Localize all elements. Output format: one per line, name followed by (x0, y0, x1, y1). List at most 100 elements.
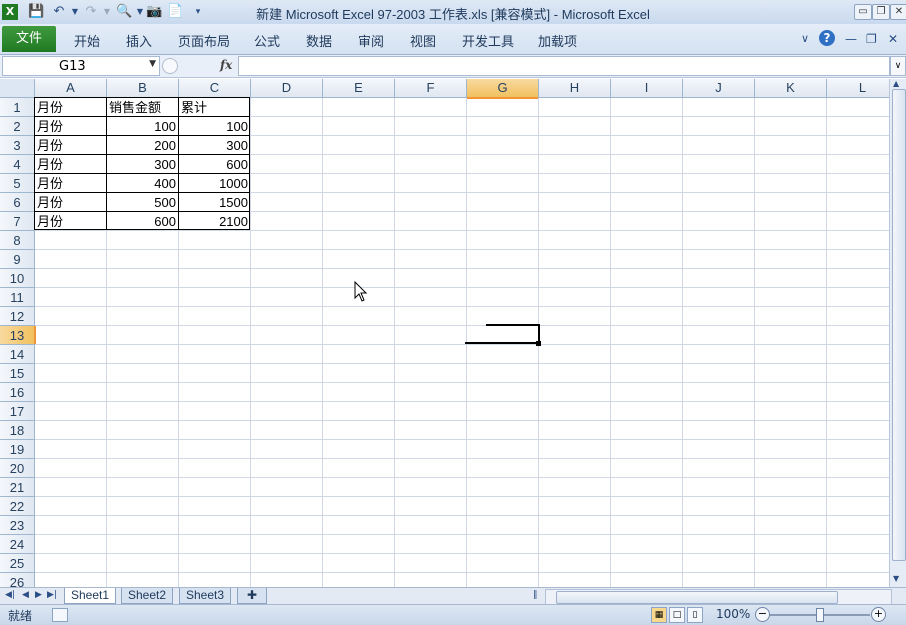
column-header[interactable]: L (827, 79, 889, 98)
table-cell[interactable]: 200 (107, 136, 178, 155)
help-icon[interactable]: ? (819, 30, 835, 46)
column-header[interactable]: C (179, 79, 251, 98)
page-break-view-icon[interactable]: ▯ (687, 607, 703, 623)
workbook-minimize-icon[interactable]: — (845, 32, 857, 46)
row-header[interactable]: 22 (0, 497, 35, 516)
first-sheet-icon[interactable]: ◀| (5, 590, 15, 600)
table-cell[interactable]: 400 (107, 174, 178, 193)
tab-data[interactable]: 数据 (306, 31, 332, 50)
expand-formula-icon[interactable]: ∨ (890, 56, 906, 76)
normal-view-icon[interactable]: ▦ (651, 607, 667, 623)
row-header[interactable]: 19 (0, 440, 35, 459)
table-cell[interactable]: 月份 (35, 136, 106, 155)
column-header[interactable]: J (683, 79, 755, 98)
tab-view[interactable]: 视图 (410, 31, 436, 50)
prev-sheet-icon[interactable]: ◀ (22, 590, 29, 600)
row-header[interactable]: 15 (0, 364, 35, 383)
row-header[interactable]: 26 (0, 573, 35, 587)
row-header[interactable]: 7 (0, 212, 35, 231)
column-header[interactable]: G (467, 79, 539, 99)
tab-review[interactable]: 审阅 (358, 31, 384, 50)
chevron-down-icon[interactable]: ▼ (149, 59, 156, 69)
vertical-scroll-thumb[interactable] (892, 89, 906, 561)
workbook-restore-icon[interactable]: ❐ (866, 32, 877, 46)
insert-sheet-icon[interactable]: ✚ (237, 588, 267, 604)
column-header[interactable]: I (611, 79, 683, 98)
table-cell[interactable]: 月份 (35, 174, 106, 193)
tab-split-handle[interactable]: ‖ (533, 590, 538, 600)
table-cell[interactable]: 500 (107, 193, 178, 212)
table-cell[interactable]: 600 (107, 212, 178, 231)
horizontal-scrollbar[interactable] (545, 589, 892, 605)
row-header[interactable]: 2 (0, 117, 35, 136)
row-header[interactable]: 18 (0, 421, 35, 440)
macro-record-icon[interactable] (52, 608, 68, 622)
next-sheet-icon[interactable]: ▶ (35, 590, 42, 600)
table-cell[interactable]: 300 (107, 155, 178, 174)
spreadsheet-grid[interactable]: ABCDEFGHIJKL 1 2 3 4 5 6 7 8 9 10 11 12 13 14 15 16 17 18… (0, 79, 889, 587)
row-header[interactable]: 3 (0, 136, 35, 155)
row-header[interactable]: 25 (0, 554, 35, 573)
formula-input[interactable] (238, 56, 890, 76)
close-button[interactable]: ✕ (890, 4, 906, 20)
column-header[interactable]: F (395, 79, 467, 98)
tab-formulas[interactable]: 公式 (254, 31, 280, 50)
row-header[interactable]: 24 (0, 535, 35, 554)
ribbon-collapse-icon[interactable]: ∨ (801, 32, 809, 45)
sheet-tab[interactable]: Sheet2 (121, 588, 173, 604)
tab-insert[interactable]: 插入 (126, 31, 152, 50)
scroll-up-icon[interactable]: ▲ (893, 79, 899, 88)
page-layout-view-icon[interactable]: □ (669, 607, 685, 623)
tab-addins[interactable]: 加载项 (538, 31, 577, 50)
sheet-tab[interactable]: Sheet1 (64, 588, 116, 604)
row-header[interactable]: 14 (0, 345, 35, 364)
table-cell[interactable]: 100 (179, 117, 250, 136)
formula-bar-toggle-icon[interactable] (162, 58, 178, 74)
zoom-level[interactable]: 100% (716, 607, 750, 621)
restore-button[interactable]: ❐ (872, 4, 890, 20)
table-cell[interactable]: 月份 (35, 193, 106, 212)
row-header[interactable]: 11 (0, 288, 35, 307)
row-header[interactable]: 10 (0, 269, 35, 288)
row-header[interactable]: 5 (0, 174, 35, 193)
table-cell[interactable]: 月份 (35, 98, 106, 117)
fill-handle[interactable] (536, 341, 541, 346)
row-header[interactable]: 21 (0, 478, 35, 497)
table-cell[interactable]: 累计 (179, 98, 250, 117)
sheet-tab[interactable]: Sheet3 (179, 588, 231, 604)
table-cell[interactable]: 销售金额 (107, 98, 178, 117)
table-cell[interactable]: 1000 (179, 174, 250, 193)
zoom-in-icon[interactable]: + (871, 607, 886, 622)
row-header[interactable]: 8 (0, 231, 35, 250)
name-box[interactable]: G13 ▼ (2, 56, 160, 76)
tab-developer[interactable]: 开发工具 (462, 31, 514, 50)
select-all-corner[interactable] (0, 79, 35, 98)
row-header[interactable]: 4 (0, 155, 35, 174)
column-header[interactable]: K (755, 79, 827, 98)
row-header[interactable]: 12 (0, 307, 35, 326)
tab-page-layout[interactable]: 页面布局 (178, 31, 230, 50)
column-header[interactable]: H (539, 79, 611, 98)
row-header[interactable]: 1 (0, 98, 35, 117)
tab-home[interactable]: 开始 (74, 31, 100, 50)
zoom-out-icon[interactable]: − (755, 607, 770, 622)
horizontal-scroll-thumb[interactable] (556, 591, 838, 604)
row-header[interactable]: 20 (0, 459, 35, 478)
insert-function-icon[interactable]: fx (220, 58, 232, 72)
scroll-down-icon[interactable]: ▼ (893, 574, 899, 583)
table-cell[interactable]: 月份 (35, 212, 106, 231)
zoom-slider-knob[interactable] (816, 608, 824, 622)
column-header[interactable]: A (35, 79, 107, 98)
column-header[interactable]: D (251, 79, 323, 98)
row-header[interactable]: 9 (0, 250, 35, 269)
table-cell[interactable]: 300 (179, 136, 250, 155)
row-header[interactable]: 17 (0, 402, 35, 421)
row-header[interactable]: 16 (0, 383, 35, 402)
table-cell[interactable]: 月份 (35, 117, 106, 136)
minimize-button[interactable]: ▭ (854, 4, 872, 20)
table-cell[interactable]: 100 (107, 117, 178, 136)
column-header[interactable]: E (323, 79, 395, 98)
last-sheet-icon[interactable]: ▶| (47, 590, 57, 600)
table-cell[interactable]: 2100 (179, 212, 250, 231)
column-header[interactable]: B (107, 79, 179, 98)
